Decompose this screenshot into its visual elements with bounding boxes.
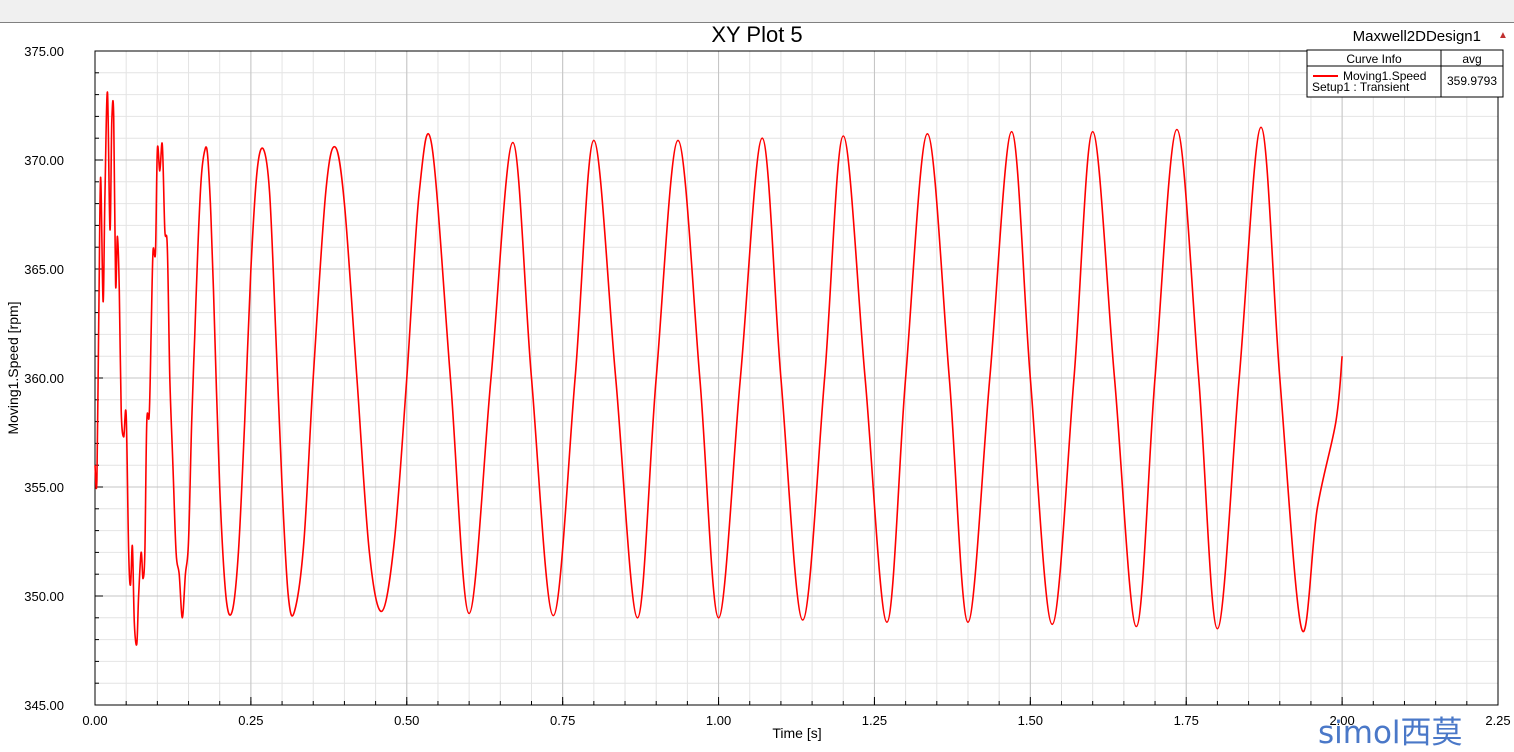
y-tick-label: 375.00 — [24, 44, 64, 59]
window-top-bar — [0, 0, 1514, 22]
y-tick-label: 360.00 — [24, 371, 64, 386]
x-tick-label: 0.75 — [550, 713, 575, 728]
legend-series-setup: Setup1 : Transient — [1312, 80, 1410, 94]
legend-header-avg: avg — [1462, 52, 1481, 66]
tick-label-layer: 0.00 0.25 0.50 0.75 1.00 1.25 1.50 1.75 2.00 2.25… — [24, 44, 1510, 728]
y-axis-title: Moving1.Speed [rpm] — [5, 301, 21, 434]
x-tick-label: 0.50 — [394, 713, 419, 728]
legend-header-curve-info: Curve Info — [1346, 52, 1402, 66]
legend-box[interactable]: Curve Info avg Moving1.Speed Setup1 : Tr… — [1306, 49, 1504, 98]
y-tick-label: 365.00 — [24, 262, 64, 277]
y-tick-label: 370.00 — [24, 153, 64, 168]
up-triangle-icon[interactable]: ▲ — [1498, 30, 1508, 41]
x-tick-label: 1.50 — [1018, 713, 1043, 728]
x-tick-label: 2.25 — [1485, 713, 1510, 728]
chart-title: XY Plot 5 — [711, 23, 802, 47]
design-name-label: Maxwell2DDesign1 — [1353, 28, 1481, 45]
x-axis-title: Time [s] — [772, 725, 821, 741]
plot-window: 0.00 0.25 0.50 0.75 1.00 1.25 1.50 1.75 2.00 2.25… — [0, 22, 1514, 752]
y-tick-label: 355.00 — [24, 480, 64, 495]
y-tick-label: 350.00 — [24, 589, 64, 604]
legend-series-avg-value: 359.9793 — [1447, 74, 1497, 88]
y-tick-label: 345.00 — [24, 698, 64, 713]
x-tick-label: 0.00 — [82, 713, 107, 728]
watermark-logo: simol西莫 — [1318, 715, 1463, 751]
x-tick-label: 0.25 — [238, 713, 263, 728]
x-tick-label: 1.25 — [862, 713, 887, 728]
x-tick-label: 1.75 — [1174, 713, 1199, 728]
x-tick-label: 1.00 — [706, 713, 731, 728]
xy-plot-chart[interactable]: 0.00 0.25 0.50 0.75 1.00 1.25 1.50 1.75 2.00 2.25… — [0, 23, 1514, 752]
grid-layer — [94, 50, 1499, 706]
